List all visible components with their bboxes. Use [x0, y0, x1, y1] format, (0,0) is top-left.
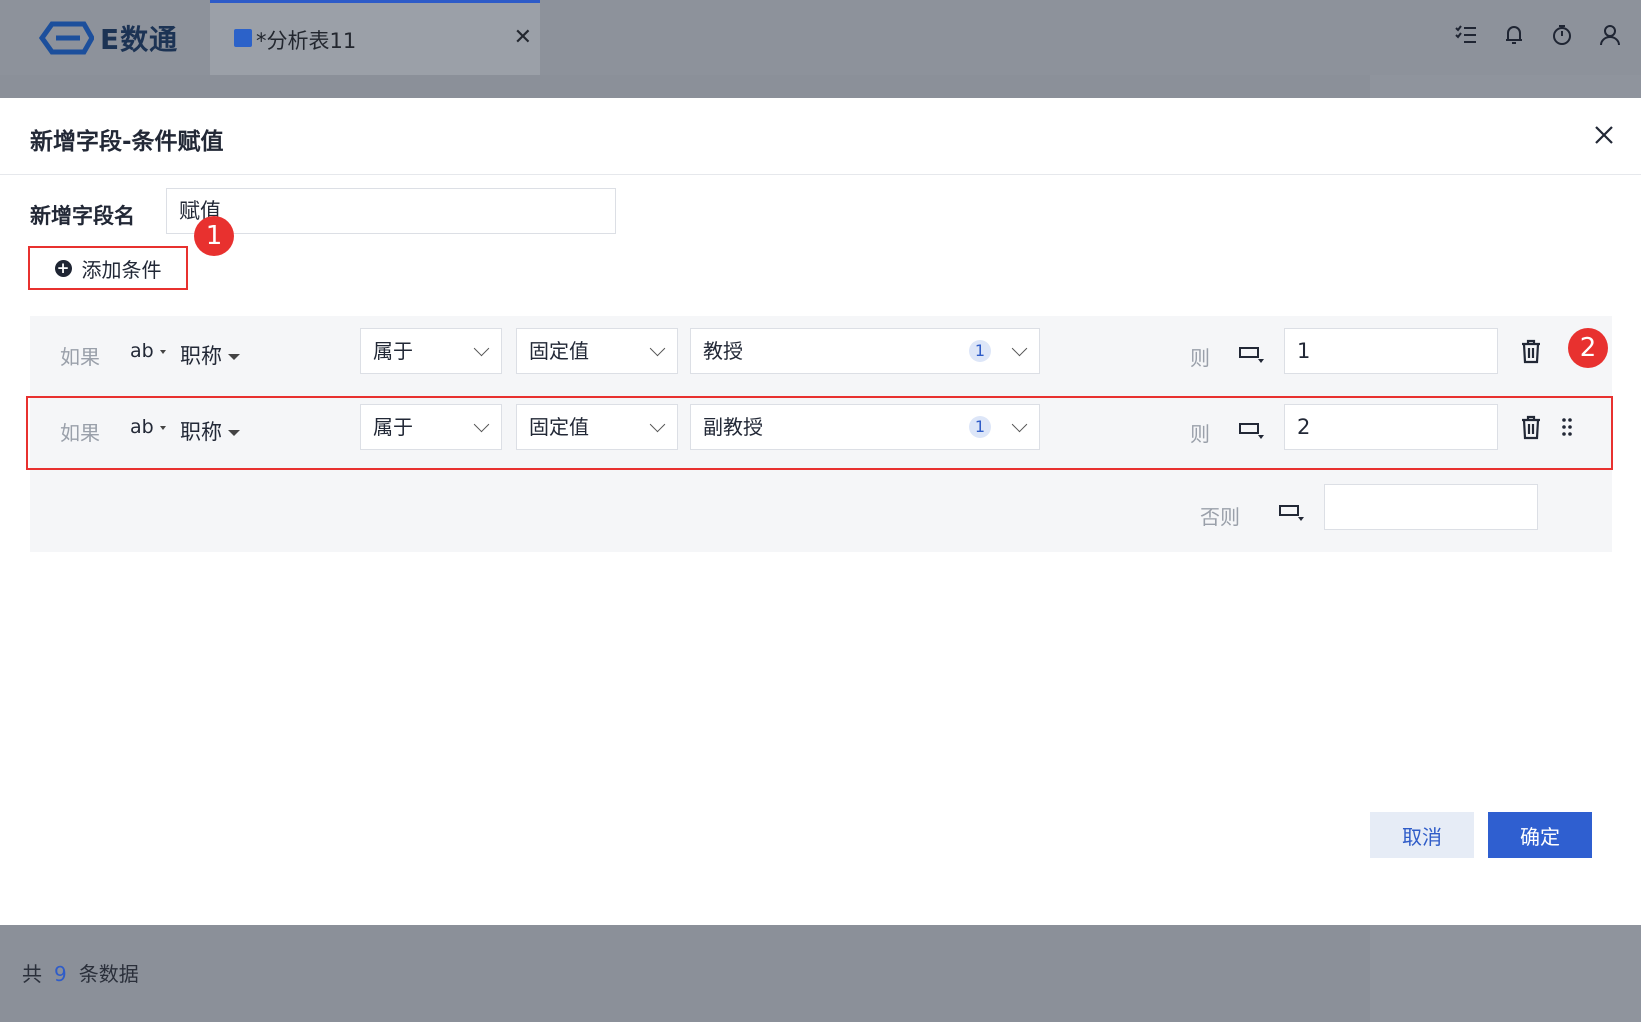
record-count-suffix: 条数据: [78, 962, 139, 986]
result-input[interactable]: 1: [1284, 328, 1498, 374]
logo-icon: [38, 21, 94, 55]
annotation-badge-1: 1: [194, 216, 234, 256]
if-label: 如果: [60, 345, 100, 369]
value-select[interactable]: 教授 1: [690, 328, 1040, 374]
row-highlight-box: [26, 396, 1613, 470]
else-value-input[interactable]: [1324, 484, 1538, 530]
conditional-assign-dialog: 新增字段-条件赋值 新增字段名 赋值 + 添加条件 1 如果 ab 职称 属于 …: [0, 98, 1641, 925]
record-count-prefix: 共: [22, 962, 42, 986]
cancel-button[interactable]: 取消: [1370, 812, 1474, 858]
operator-select[interactable]: 属于: [360, 328, 502, 374]
add-condition-button[interactable]: + 添加条件: [28, 246, 188, 290]
app-logo[interactable]: E数通: [36, 18, 178, 58]
operator-value: 属于: [373, 339, 413, 363]
add-condition-label: 添加条件: [81, 257, 162, 282]
top-bar: E数通 *分析表11 ✕: [0, 0, 1641, 75]
tab-analysis-table[interactable]: *分析表11 ✕: [210, 0, 540, 75]
annotation-badge-2: 2: [1568, 328, 1608, 368]
chevron-down-icon: [1011, 340, 1028, 357]
else-label: 否则: [1200, 505, 1240, 529]
field-selector[interactable]: 职称: [180, 340, 240, 370]
close-icon[interactable]: [1589, 120, 1619, 150]
record-count-number: 9: [54, 962, 67, 986]
selected-count-badge: 1: [969, 340, 991, 362]
chevron-down-icon: [473, 340, 490, 357]
condition-row: 如果 ab 职称 属于 固定值 教授 1 则 1: [30, 316, 1612, 388]
value-type-value: 固定值: [529, 339, 589, 363]
field-name-label: 新增字段名: [30, 204, 135, 228]
then-label: 则: [1190, 346, 1210, 370]
dialog-title: 新增字段-条件赋值: [30, 129, 224, 155]
trash-icon[interactable]: [1520, 338, 1542, 364]
tab-close-icon[interactable]: ✕: [514, 25, 532, 50]
bell-icon[interactable]: [1501, 22, 1527, 48]
field-selector-label: 职称: [180, 344, 222, 368]
plus-circle-icon: +: [54, 259, 72, 277]
tab-label: *分析表11: [256, 29, 357, 53]
caret-down-icon: [228, 354, 240, 360]
input-type-icon[interactable]: [1278, 500, 1310, 524]
chart-icon: [234, 29, 252, 47]
task-list-icon[interactable]: [1453, 22, 1479, 48]
value-select-value: 教授: [703, 339, 743, 363]
record-count: 共 9 条数据: [22, 958, 139, 987]
text-type-icon[interactable]: ab: [130, 340, 166, 362]
text-type-label: ab: [130, 340, 154, 362]
user-icon[interactable]: [1597, 22, 1623, 48]
input-type-icon[interactable]: [1238, 342, 1270, 366]
confirm-button[interactable]: 确定: [1488, 812, 1592, 858]
timer-icon[interactable]: [1549, 22, 1575, 48]
chevron-down-icon: [649, 340, 666, 357]
dialog-header: 新增字段-条件赋值: [0, 98, 1641, 175]
value-type-select[interactable]: 固定值: [516, 328, 678, 374]
field-name-input[interactable]: 赋值: [166, 188, 616, 234]
brand-name: E数通: [100, 23, 179, 56]
